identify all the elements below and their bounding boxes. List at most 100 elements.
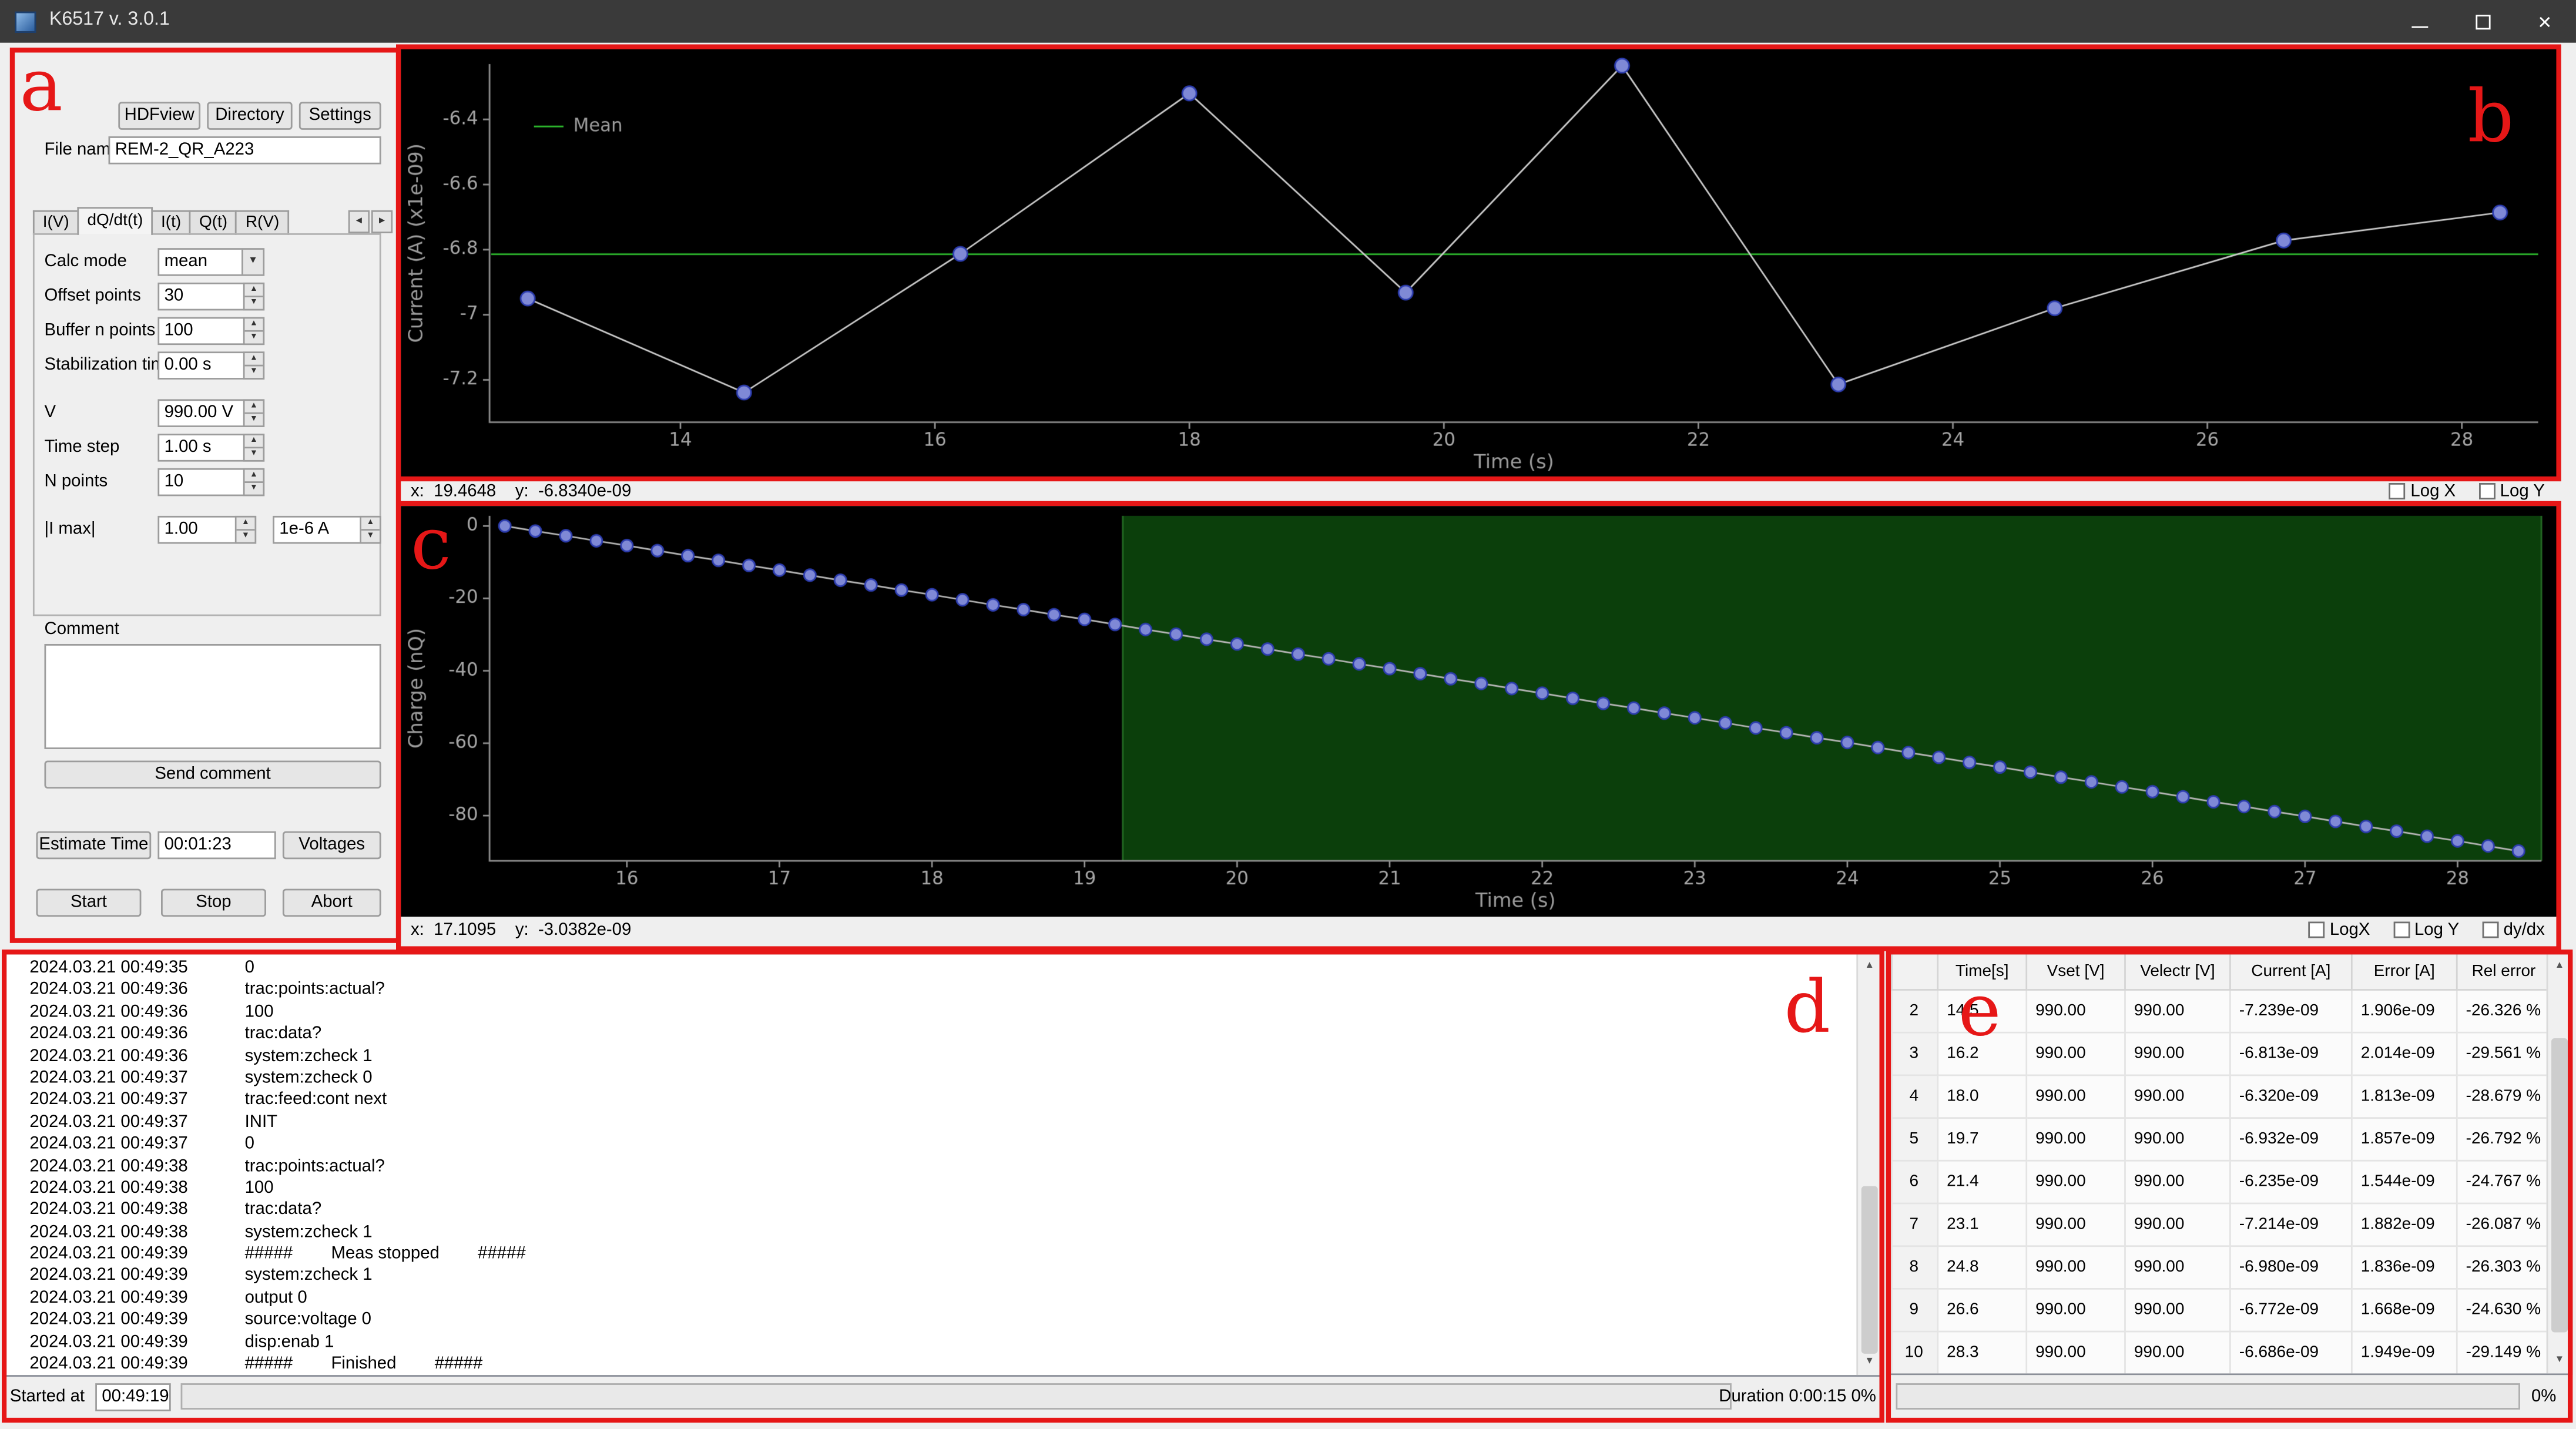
window-titlebar: K6517 v. 3.0.1 × <box>0 0 2576 43</box>
log-line: 2024.03.21 00:49:38 100 <box>29 1178 274 1197</box>
directory-button[interactable]: Directory <box>207 102 293 130</box>
dydx-checkbox[interactable]: dy/dx <box>2482 920 2545 940</box>
offset-points-spinner[interactable]: 30 ▲ ▼ <box>157 282 265 311</box>
stabilization-time-label: Stabilization time <box>44 354 175 375</box>
table-row[interactable]: 10 28.3 990.00 990.00 -6.686e-09 1.949e-… <box>1891 1330 2552 1374</box>
imax-spinner[interactable]: 1.00 ▲ ▼ <box>157 515 257 544</box>
started-at-field[interactable]: 00:49:19 <box>95 1383 171 1411</box>
control-panel: HDFview Directory Settings File name REM… <box>13 51 397 940</box>
scroll-thumb[interactable] <box>1861 1186 1878 1354</box>
scroll-up-icon[interactable]: ▲ <box>2548 954 2571 979</box>
imax-label: |I max| <box>44 519 96 539</box>
log-line: 2024.03.21 00:49:37 INIT <box>29 1112 278 1132</box>
time-step-spinner[interactable]: 1.00 s ▲ ▼ <box>157 434 265 462</box>
stop-button[interactable]: Stop <box>160 888 266 917</box>
app-icon <box>15 11 36 33</box>
log-line: 2024.03.21 00:49:38 system:zcheck 1 <box>29 1222 373 1242</box>
estimate-time-button[interactable]: Estimate Time <box>36 831 152 860</box>
scroll-down-icon[interactable]: ▼ <box>2548 1349 2571 1373</box>
buffer-n-points-spinner[interactable]: 100 ▲ ▼ <box>157 317 265 345</box>
spinner-arrows-icon[interactable]: ▲ ▼ <box>243 468 265 497</box>
tab-scroll-left-icon[interactable]: ◄ <box>348 210 370 234</box>
current-vs-time-chart[interactable] <box>401 48 2558 478</box>
table-row[interactable]: 8 24.8 990.00 990.00 -6.980e-09 1.836e-0… <box>1891 1244 2552 1289</box>
scroll-thumb[interactable] <box>2551 1038 2568 1332</box>
stabilization-time-spinner[interactable]: 0.00 s ▲ ▼ <box>157 351 265 380</box>
measurement-progress-bar <box>180 1383 1732 1410</box>
start-button[interactable]: Start <box>36 888 142 917</box>
maximize-button[interactable] <box>2451 0 2513 43</box>
started-at-label: Started at <box>9 1386 85 1407</box>
maximize-icon <box>2475 14 2490 29</box>
comment-label: Comment <box>44 619 119 639</box>
spinner-arrows-icon[interactable]: ▲ ▼ <box>243 434 265 462</box>
spinner-arrows-icon[interactable]: ▲ ▼ <box>243 282 265 311</box>
close-icon: × <box>2538 8 2552 35</box>
table-row[interactable]: 2 14.5 990.00 990.00 -7.239e-09 1.906e-0… <box>1891 988 2552 1033</box>
voltage-spinner[interactable]: 990.00 V ▲ ▼ <box>157 399 265 427</box>
hdfview-button[interactable]: HDFview <box>118 102 201 130</box>
table-row[interactable]: 9 26.6 990.00 990.00 -6.772e-09 1.668e-0… <box>1891 1287 2552 1332</box>
log-line: 2024.03.21 00:49:36 trac:points:actual? <box>29 979 385 999</box>
buffer-n-points-label: Buffer n points <box>44 320 156 340</box>
log-line: 2024.03.21 00:49:39 output 0 <box>29 1287 307 1308</box>
log-line: 2024.03.21 00:49:36 trac:data? <box>29 1024 322 1044</box>
logx-checkbox[interactable]: LogX <box>2308 920 2370 940</box>
log-line: 2024.03.21 00:49:39 system:zcheck 1 <box>29 1266 373 1286</box>
log-line: 2024.03.21 00:49:36 system:zcheck 1 <box>29 1045 373 1066</box>
time-step-label: Time step <box>44 437 120 457</box>
minimize-icon <box>2411 26 2429 28</box>
voltages-button[interactable]: Voltages <box>282 831 381 860</box>
tab-item[interactable]: I(V) <box>32 210 79 235</box>
minimize-button[interactable] <box>2389 0 2451 43</box>
cursor-coordinates-c: x: 17.1095 y: -3.0382e-09 <box>410 920 632 940</box>
chevron-down-icon: ▼ <box>241 249 263 274</box>
settings-button[interactable]: Settings <box>298 102 381 130</box>
table-scrollbar[interactable]: ▲ ▼ <box>2546 954 2571 1374</box>
imax-range-spinner[interactable]: 1e-6 A ▲ ▼ <box>273 515 381 544</box>
log-line: 2024.03.21 00:49:39 ##### Meas stopped ##… <box>29 1243 526 1264</box>
spinner-arrows-icon[interactable]: ▲ ▼ <box>243 399 265 427</box>
spinner-arrows-icon[interactable]: ▲ ▼ <box>360 515 381 544</box>
tab-item[interactable]: Q(t) <box>189 210 237 235</box>
send-comment-button[interactable]: Send comment <box>44 760 381 789</box>
log-line: 2024.03.21 00:49:39 ##### Finished ##### <box>29 1353 483 1374</box>
spinner-arrows-icon[interactable]: ▲ ▼ <box>234 515 257 544</box>
spinner-arrows-icon[interactable]: ▲ ▼ <box>243 351 265 380</box>
table-header-row: Time[s] Vset [V] Velectr [V] Current [A]… <box>1891 954 2552 990</box>
log-line: 2024.03.21 00:49:38 trac:points:actual? <box>29 1155 385 1176</box>
abort-button[interactable]: Abort <box>282 888 381 917</box>
results-table[interactable]: Time[s] Vset [V] Velectr [V] Current [A]… <box>1891 954 2552 1374</box>
log-line: 2024.03.21 00:49:37 system:zcheck 0 <box>29 1068 373 1088</box>
table-row[interactable]: 7 23.1 990.00 990.00 -7.214e-09 1.882e-0… <box>1891 1202 2552 1246</box>
log-line: 2024.03.21 00:49:39 source:voltage 0 <box>29 1310 372 1330</box>
table-row[interactable]: 3 16.2 990.00 990.00 -6.813e-09 2.014e-0… <box>1891 1031 2552 1075</box>
checkbox-icon <box>2389 482 2406 499</box>
tab-item[interactable]: I(t) <box>151 210 191 235</box>
table-row[interactable]: 4 18.0 990.00 990.00 -6.320e-09 1.813e-0… <box>1891 1074 2552 1118</box>
scroll-up-icon[interactable]: ▲ <box>1858 954 1881 979</box>
calc-mode-select[interactable]: mean ▼ <box>157 248 265 276</box>
scroll-down-icon[interactable]: ▼ <box>1858 1350 1881 1375</box>
file-name-input[interactable]: REM-2_QR_A223 <box>108 136 381 165</box>
comment-input[interactable] <box>44 643 381 749</box>
logy-checkbox[interactable]: Log Y <box>2393 920 2459 940</box>
tab-item[interactable]: dQ/dt(t) <box>77 207 153 235</box>
estimate-time-field[interactable]: 00:01:23 <box>157 831 276 860</box>
duration-label: Duration 0:00:15 0% <box>1719 1386 1876 1407</box>
tab-item[interactable]: R(V) <box>236 210 290 235</box>
command-log[interactable]: 2024.03.21 00:49:35 0 2024.03.21 00:49:36… <box>5 952 1883 1377</box>
table-progress-bar <box>1896 1383 2520 1410</box>
results-table-panel: Time[s] Vset [V] Velectr [V] Current [A]… <box>1889 952 2573 1376</box>
log-x-checkbox[interactable]: Log X <box>2389 481 2456 501</box>
n-points-spinner[interactable]: 10 ▲ ▼ <box>157 468 265 497</box>
close-button[interactable]: × <box>2514 0 2576 43</box>
log-y-checkbox[interactable]: Log Y <box>2478 481 2545 501</box>
table-row[interactable]: 5 19.7 990.00 990.00 -6.932e-09 1.857e-0… <box>1891 1116 2552 1161</box>
log-scrollbar[interactable]: ▲ ▼ <box>1856 954 1881 1376</box>
table-row[interactable]: 6 21.4 990.00 990.00 -6.235e-09 1.544e-0… <box>1891 1159 2552 1203</box>
tab-scroll-right-icon[interactable]: ► <box>371 210 393 234</box>
log-line: 2024.03.21 00:49:39 disp:enab 1 <box>29 1331 334 1352</box>
spinner-arrows-icon[interactable]: ▲ ▼ <box>243 317 265 345</box>
charge-vs-time-chart[interactable] <box>401 506 2558 917</box>
